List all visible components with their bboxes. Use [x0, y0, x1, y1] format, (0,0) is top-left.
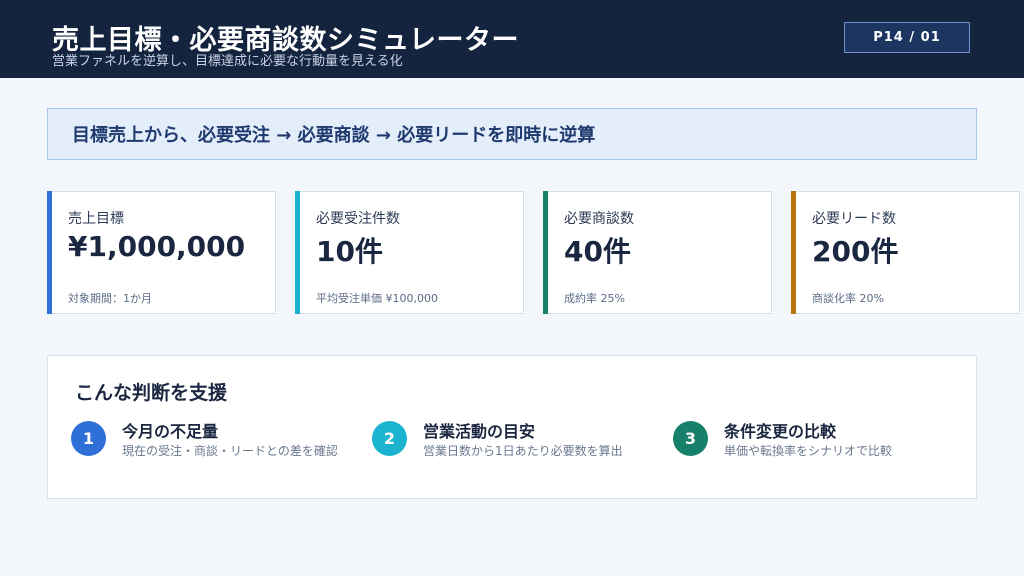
card-label: 必要受注件数: [316, 211, 400, 227]
card-accent-bar: [46, 190, 52, 314]
card-label: 必要商談数: [564, 211, 634, 227]
summary-banner-text: 目標売上から、必要受注 → 必要商談 → 必要リードを即時に逆算: [72, 125, 596, 146]
card-note: 商談化率 20%: [812, 292, 884, 305]
card-accent-bar: [542, 190, 548, 314]
step-number-badge: 2: [372, 421, 407, 456]
step-description: 営業日数から1日あたり必要数を算出: [423, 444, 623, 458]
card-value: 200件: [812, 235, 899, 268]
card-sales-target: 売上目標 ¥1,000,000 対象期間：1か月: [46, 190, 276, 314]
card-required-orders: 必要受注件数 10件 平均受注単価 ¥100,000: [294, 190, 524, 314]
support-panel: こんな判断を支援 1 今月の不足量 現在の受注・商談・リードとの差を確認 2 営…: [47, 355, 977, 499]
card-value: 40件: [564, 235, 631, 268]
card-required-leads: 必要リード数 200件 商談化率 20%: [790, 190, 1020, 314]
card-note: 成約率 25%: [564, 292, 625, 305]
card-accent-bar: [294, 190, 300, 314]
card-label: 売上目標: [68, 211, 124, 227]
card-value: ¥1,000,000: [68, 230, 246, 263]
page-subtitle: 営業ファネルを逆算し、目標達成に必要な行動量を見える化: [52, 54, 403, 69]
summary-banner: 目標売上から、必要受注 → 必要商談 → 必要リードを即時に逆算: [47, 108, 977, 160]
card-label: 必要リード数: [812, 211, 896, 227]
card-value: 10件: [316, 235, 383, 268]
card-required-meetings: 必要商談数 40件 成約率 25%: [542, 190, 772, 314]
step-title: 条件変更の比較: [724, 422, 837, 441]
support-panel-title: こんな判断を支援: [75, 382, 228, 404]
step-title: 営業活動の目安: [423, 422, 536, 441]
step-description: 単価や転換率をシナリオで比較: [724, 444, 893, 458]
card-note: 平均受注単価 ¥100,000: [316, 292, 438, 305]
step-description: 現在の受注・商談・リードとの差を確認: [122, 444, 338, 458]
card-note: 対象期間：1か月: [68, 292, 152, 305]
card-accent-bar: [790, 190, 796, 314]
step-title: 今月の不足量: [122, 422, 219, 441]
header-bar: 売上目標・必要商談数シミュレーター 営業ファネルを逆算し、目標達成に必要な行動量…: [0, 0, 1024, 78]
step-number-badge: 3: [673, 421, 708, 456]
step-number-badge: 1: [71, 421, 106, 456]
page-number-badge: P14 / 01: [844, 22, 970, 53]
